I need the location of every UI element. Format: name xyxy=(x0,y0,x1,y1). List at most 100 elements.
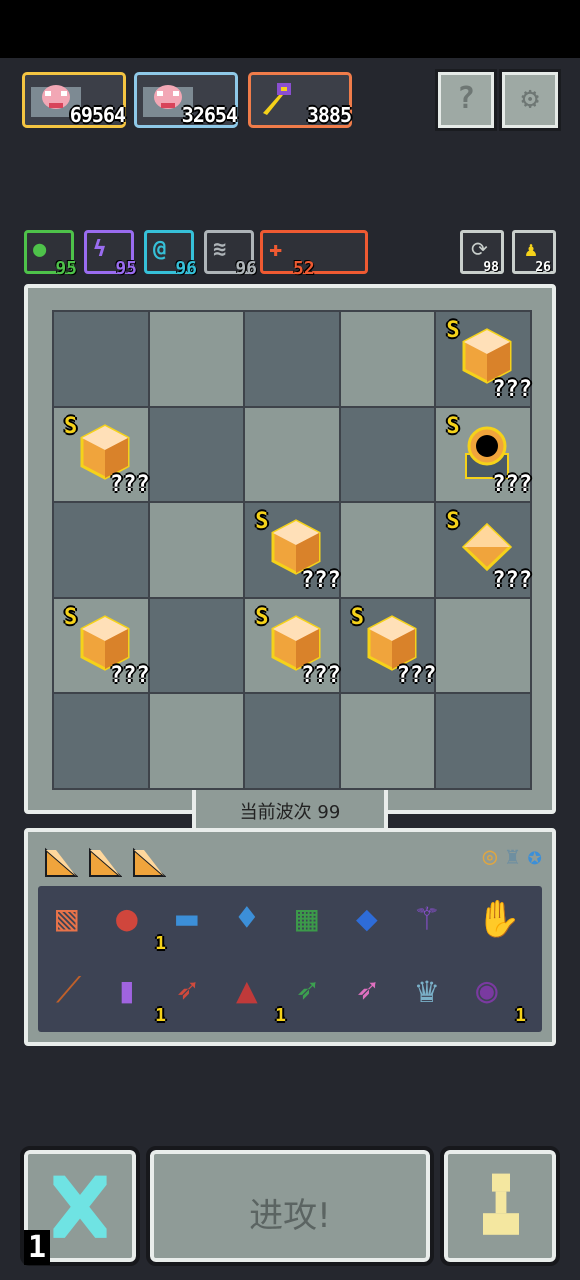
close-icon xyxy=(53,1175,107,1238)
board-cell[interactable] xyxy=(340,312,435,406)
hero-card-3[interactable]: 3885 xyxy=(248,72,352,128)
board-cell[interactable] xyxy=(245,694,339,788)
status-bar xyxy=(0,0,580,58)
unit-counter[interactable]: ♟ 26 xyxy=(512,230,556,275)
shard-icon[interactable] xyxy=(44,844,79,882)
unknown-stat: ??? xyxy=(301,567,341,593)
board-cell[interactable]: S??? xyxy=(54,407,150,502)
gear-relic-icon[interactable]: ✪ xyxy=(528,842,542,870)
shard-row xyxy=(44,844,167,882)
board-cell[interactable] xyxy=(436,694,530,788)
tier-label: S xyxy=(64,413,78,439)
item-count-badge: 1 xyxy=(515,1005,526,1026)
element-count: 96 xyxy=(175,258,197,279)
board-cell[interactable]: S??? xyxy=(436,503,532,597)
tier-label: S xyxy=(255,509,269,535)
element-nature[interactable]: ● 95 xyxy=(24,230,77,279)
inventory-item[interactable]: ♛ xyxy=(412,970,462,1020)
unknown-stat: ??? xyxy=(396,663,437,689)
board-cell[interactable]: S??? xyxy=(54,598,150,693)
board-cell[interactable] xyxy=(149,694,244,788)
tier-label: S xyxy=(446,318,460,343)
board-cell[interactable] xyxy=(436,598,530,693)
element-water[interactable]: @ 96 xyxy=(144,230,197,279)
unit-count: 26 xyxy=(535,260,551,275)
inventory-item[interactable]: ▮ 1 xyxy=(112,970,166,1026)
board-cell[interactable]: S??? xyxy=(436,407,532,502)
board-cell[interactable] xyxy=(149,407,244,502)
inventory-item[interactable]: ▧ xyxy=(52,898,102,948)
inventory-item[interactable]: ▲ 1 xyxy=(232,970,286,1026)
inventory-item[interactable]: ◆ xyxy=(352,898,402,948)
eye-hand-icon: ✋ xyxy=(476,899,521,940)
help-icon: ? xyxy=(456,81,476,116)
crystal-icon xyxy=(271,615,321,671)
tier-label: S xyxy=(255,604,269,630)
board-cell[interactable] xyxy=(149,312,244,406)
inventory-item[interactable]: ♦ xyxy=(232,898,282,948)
settings-button[interactable]: ⚙ xyxy=(499,69,561,131)
refresh-counter[interactable]: ⟳ 98 xyxy=(460,230,504,275)
ring-icon[interactable]: ◎ xyxy=(483,842,497,870)
gear-icon: ⚙ xyxy=(520,81,540,116)
unknown-stat: ??? xyxy=(492,376,532,402)
inventory-item[interactable]: ✋ xyxy=(472,898,522,948)
wind-icon: ≋ xyxy=(213,237,227,262)
element-lightning[interactable]: ϟ 95 xyxy=(84,230,137,279)
board-cell[interactable] xyxy=(54,694,148,788)
inventory-item[interactable]: ◉ 1 xyxy=(472,970,526,1026)
attack-button[interactable]: 进攻! xyxy=(146,1146,434,1266)
shard-icon[interactable] xyxy=(132,844,167,882)
goggles-icon: ▬ xyxy=(176,898,198,939)
board-cell[interactable]: S??? xyxy=(245,598,341,693)
help-button[interactable]: ? xyxy=(435,69,497,131)
board-cell[interactable] xyxy=(149,503,244,597)
scroll-icon: ▧ xyxy=(56,898,78,939)
pawn-icon: ♟ xyxy=(525,237,538,261)
inventory-item[interactable]: ⚚ xyxy=(412,898,462,948)
lightning-icon: ϟ xyxy=(93,237,107,262)
board-cell[interactable] xyxy=(340,694,435,788)
inventory-grid: ▧ ● 1 ▬ ♦ ▦ ◆ ⚚ ✋ ⟋ ▮ 1 ➶ ▲ 1 ➶ ➶ ♛ ◉ 1 xyxy=(38,886,542,1032)
summon-unit-button[interactable] xyxy=(440,1146,560,1266)
speed-indicator[interactable]: 1 xyxy=(24,1230,51,1265)
jar-icon: ▮ xyxy=(116,970,138,1011)
inventory-item[interactable]: ▬ xyxy=(172,898,222,948)
diamond-icon xyxy=(462,523,513,572)
board-grid: S??? S??? S??? S??? S??? S??? S??? S??? xyxy=(52,310,532,790)
magic-staff-icon: ⚚ xyxy=(416,898,438,939)
hero-card-2[interactable]: 32654 xyxy=(134,72,238,128)
hero-power-value: 3885 xyxy=(306,103,352,127)
board-cell[interactable]: S??? xyxy=(340,598,437,693)
game-board: S??? S??? S??? S??? S??? S??? S??? S??? xyxy=(24,284,556,814)
board-cell[interactable] xyxy=(54,503,148,597)
inventory-item[interactable]: ➶ xyxy=(172,970,222,1020)
crystal-icon xyxy=(367,615,417,671)
element-fire[interactable]: ✚ 52 xyxy=(260,230,368,279)
board-cell[interactable] xyxy=(245,312,339,406)
crystal-icon xyxy=(80,423,130,480)
hero-power-value: 69564 xyxy=(69,103,126,127)
board-cell[interactable]: S??? xyxy=(436,312,532,406)
board-cell[interactable] xyxy=(149,598,244,693)
board-cell[interactable] xyxy=(245,407,339,502)
inventory-item[interactable]: ▦ xyxy=(292,898,342,948)
crystal-icon xyxy=(80,615,130,671)
shard-icon[interactable] xyxy=(88,844,123,882)
inventory-item[interactable]: ⟋ xyxy=(52,970,102,1020)
pink-arrow-icon: ➶ xyxy=(356,970,378,1011)
element-wind[interactable]: ≋ 96 xyxy=(204,230,257,279)
element-count: 96 xyxy=(235,258,257,279)
unknown-stat: ??? xyxy=(492,567,532,593)
pawn-icon xyxy=(483,1173,519,1235)
inventory-item[interactable]: ● 1 xyxy=(112,898,166,954)
hero-card-1[interactable]: 69564 xyxy=(22,72,126,128)
armor-icon[interactable]: ♜ xyxy=(505,842,519,870)
board-cell[interactable] xyxy=(340,407,435,502)
board-cell[interactable]: S??? xyxy=(245,503,341,597)
board-cell[interactable] xyxy=(54,312,148,406)
inventory-item[interactable]: ➶ xyxy=(292,970,342,1020)
inventory-item[interactable]: ➶ xyxy=(352,970,402,1020)
board-cell[interactable] xyxy=(340,503,435,597)
nature-orb-icon: ● xyxy=(33,237,47,262)
